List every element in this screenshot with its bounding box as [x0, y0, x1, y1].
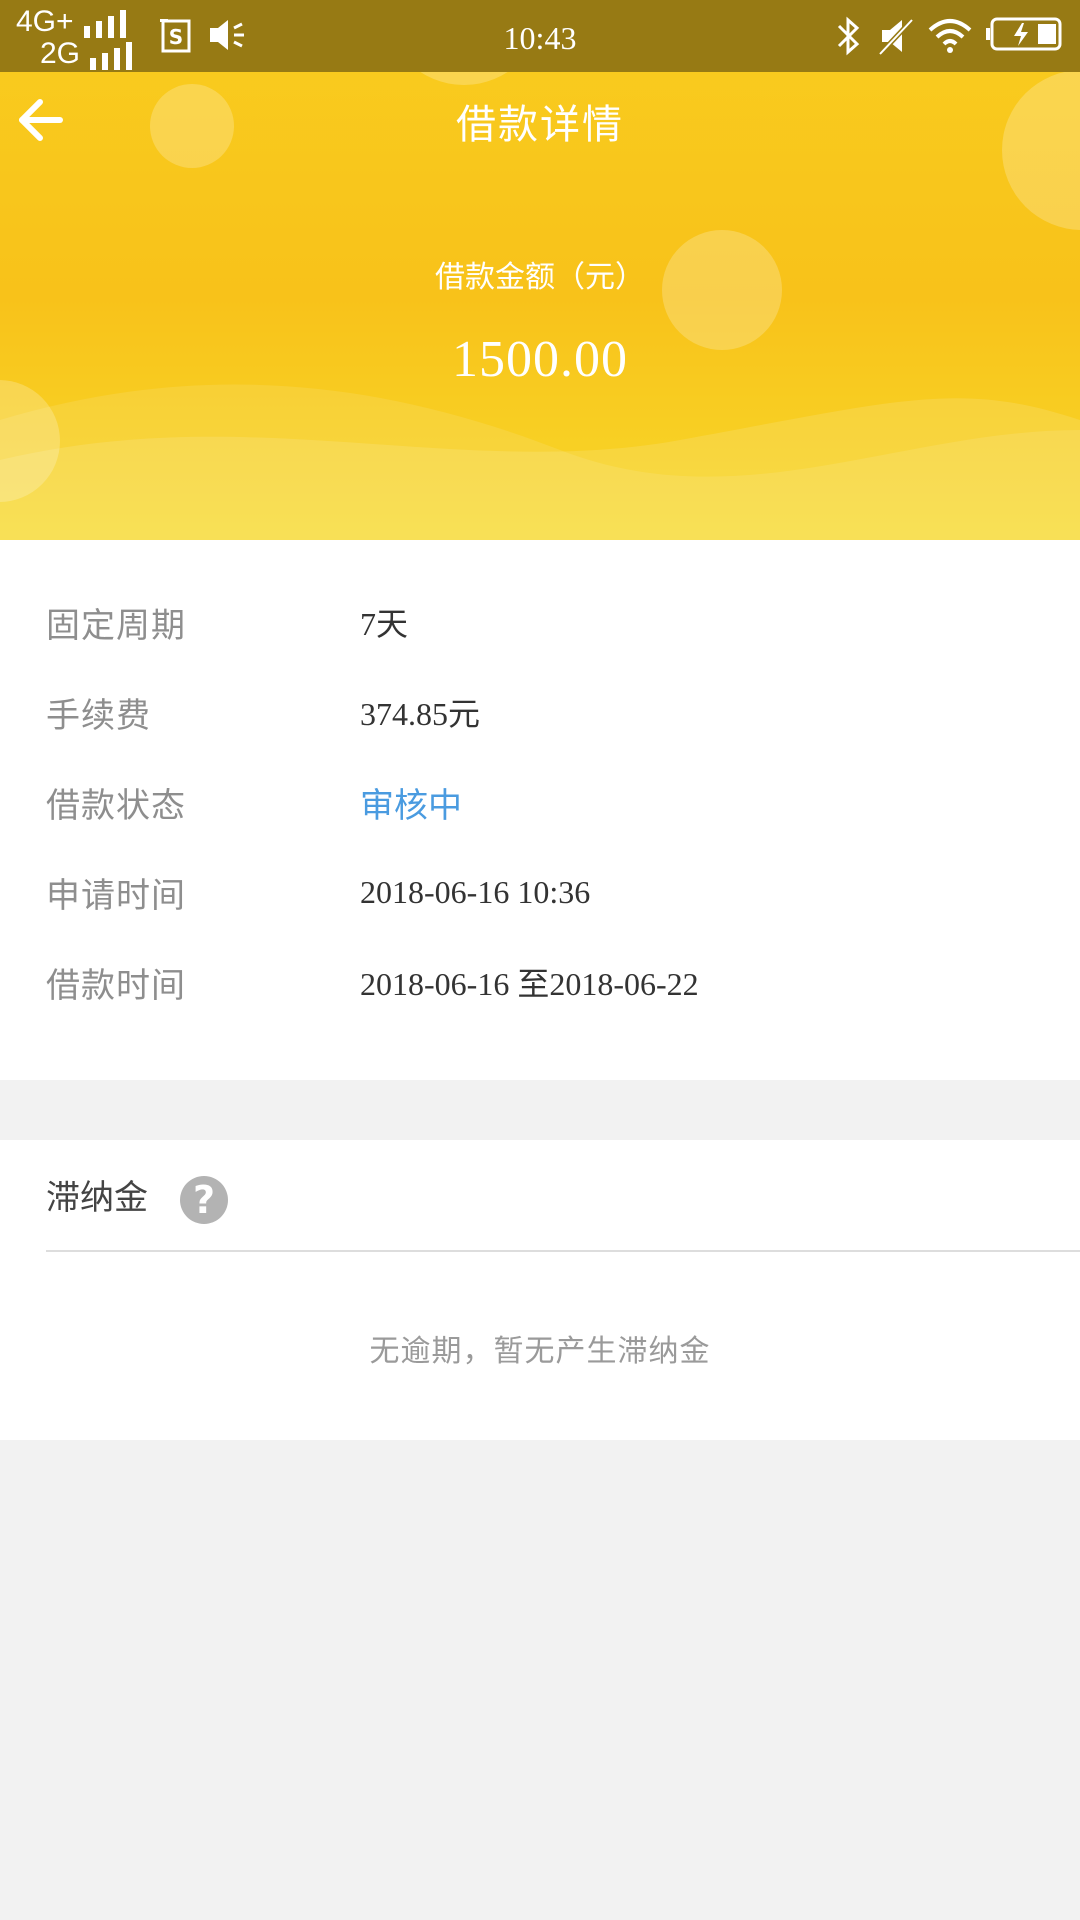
late-fee-empty-message: 无逾期，暂无产生滞纳金: [369, 1334, 711, 1369]
status-time: 10:43: [503, 20, 577, 56]
status-badge: 审核中: [360, 785, 462, 826]
wifi-icon: [928, 19, 972, 53]
loan-amount-value: 1500.00: [452, 331, 628, 388]
detail-row-apply-time: 申请时间 2018-06-16 10:36: [0, 862, 1080, 922]
detail-row-fee: 手续费 374.85元: [0, 682, 1080, 742]
divider: [46, 1250, 1080, 1252]
detail-value: 2018-06-16 至2018-06-22: [360, 966, 699, 1002]
detail-value: 7天: [360, 606, 409, 642]
loan-details-card: 固定周期 7天 手续费 374.85元 借款状态 审核中 申请时间 2018-0…: [0, 540, 1080, 1080]
loan-header: 4G+ 2G S 10:43 借款详情 借款金额（元） 1500.00: [0, 0, 1080, 540]
battery-charging-icon: [986, 17, 1062, 51]
detail-value: 2018-06-16 10:36: [360, 873, 591, 910]
detail-label: 借款时间: [46, 965, 186, 1006]
detail-label: 手续费: [46, 695, 151, 736]
status-bar: 4G+ 2G S 10:43: [0, 0, 1080, 72]
detail-row-loan-period: 借款时间 2018-06-16 至2018-06-22: [0, 952, 1080, 1012]
mute-icon: [878, 18, 914, 56]
detail-row-status: 借款状态 审核中: [0, 772, 1080, 832]
page-title: 借款详情: [456, 102, 624, 148]
question-circle-icon[interactable]: ?: [180, 1176, 228, 1224]
loan-amount-label: 借款金额（元）: [435, 260, 645, 295]
detail-label: 固定周期: [46, 605, 186, 646]
late-fee-section: 滞纳金 ? 无逾期，暂无产生滞纳金: [0, 1140, 1080, 1440]
late-fee-title: 滞纳金: [46, 1178, 148, 1218]
detail-value: 374.85元: [360, 696, 481, 732]
detail-label: 借款状态: [46, 785, 186, 826]
detail-row-period: 固定周期 7天: [0, 592, 1080, 652]
detail-label: 申请时间: [46, 875, 186, 916]
bluetooth-icon: [837, 16, 860, 56]
